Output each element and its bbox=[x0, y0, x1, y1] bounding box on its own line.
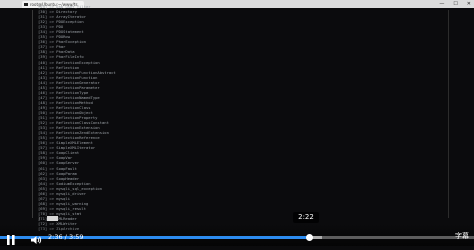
seek-progress bbox=[0, 236, 310, 239]
window-controls: — ☐ ✕ bbox=[439, 0, 471, 8]
volume-icon bbox=[31, 236, 42, 244]
current-time: 2:36 bbox=[48, 233, 63, 241]
subtitle-button[interactable]: 字幕 bbox=[455, 230, 469, 242]
terminal-cursor bbox=[47, 216, 58, 221]
terminal-output: [29] => php_user_filter [30] => Directory… bbox=[38, 4, 278, 231]
volume-button[interactable] bbox=[30, 231, 42, 244]
terminal-icon bbox=[24, 3, 28, 6]
minimize-icon[interactable]: — bbox=[439, 0, 444, 8]
duration: 3:59 bbox=[68, 233, 84, 241]
play-button[interactable] bbox=[6, 231, 16, 245]
pause-icon bbox=[7, 235, 15, 245]
seek-hover-time: 2:22 bbox=[293, 212, 319, 223]
time-display: 2:36 / 3:59 bbox=[48, 231, 84, 243]
maximize-icon[interactable]: ☐ bbox=[453, 0, 457, 8]
seek-thumb[interactable] bbox=[306, 234, 314, 241]
close-icon[interactable]: ✕ bbox=[467, 0, 471, 8]
